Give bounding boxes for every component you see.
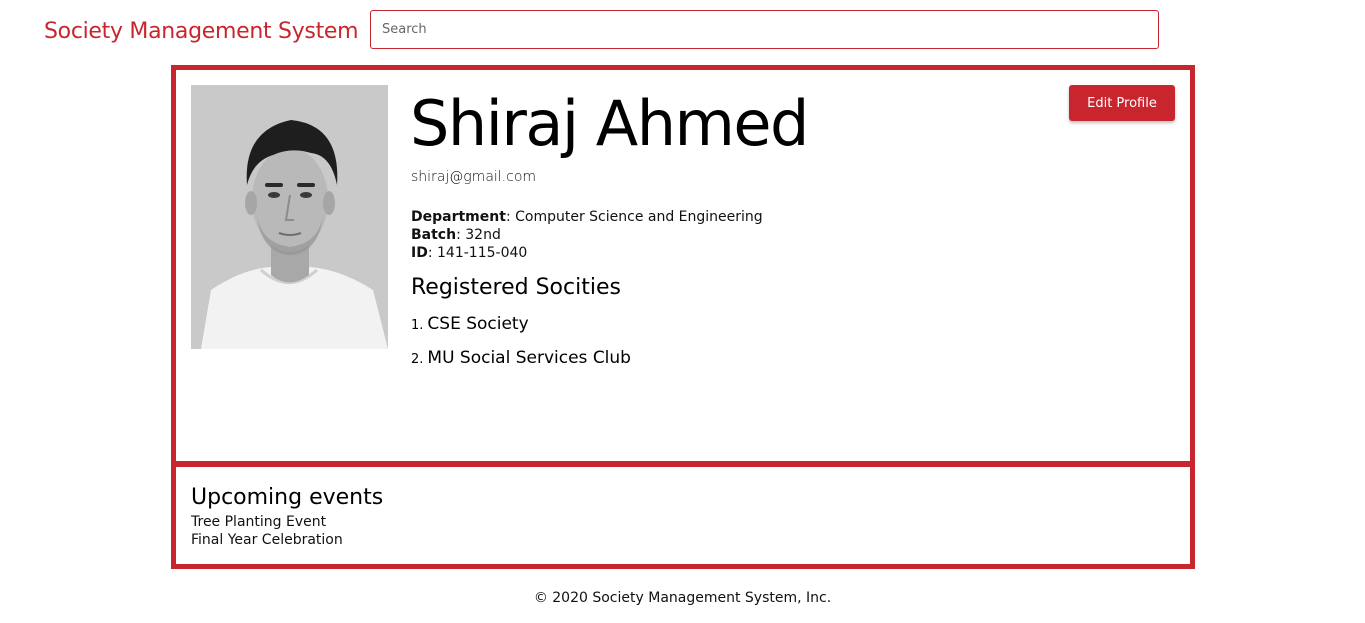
societies-list: 1. CSE Society 2. MU Social Services Club — [411, 314, 631, 382]
upcoming-events-card: Upcoming events Tree Planting Event Fina… — [171, 462, 1195, 569]
detail-key: Batch — [411, 227, 457, 243]
profile-email: shiraj@gmail.com — [411, 169, 537, 185]
list-item[interactable]: Final Year Celebration — [191, 531, 343, 549]
society-name: CSE Society — [427, 314, 529, 334]
profile-details: Department: Computer Science and Enginee… — [411, 208, 763, 262]
list-item[interactable]: 1. CSE Society — [411, 314, 631, 348]
detail-department: Department: Computer Science and Enginee… — [411, 209, 763, 225]
detail-value: 141-115-040 — [437, 245, 528, 261]
profile-photo-image — [191, 85, 388, 349]
search-input[interactable] — [370, 10, 1159, 49]
registered-societies-title: Registered Socities — [411, 275, 621, 300]
profile-photo — [191, 85, 388, 349]
list-item[interactable]: 2. MU Social Services Club — [411, 348, 631, 382]
profile-card: Shiraj Ahmed shiraj@gmail.com Department… — [171, 65, 1195, 466]
detail-batch: Batch: 32nd — [411, 227, 501, 243]
edit-profile-button[interactable]: Edit Profile — [1069, 85, 1175, 121]
brand-link[interactable]: Society Management System — [44, 19, 359, 44]
detail-key: Department — [411, 209, 506, 225]
detail-key: ID — [411, 245, 428, 261]
society-name: MU Social Services Club — [427, 348, 631, 368]
detail-value: Computer Science and Engineering — [515, 209, 763, 225]
events-list: Tree Planting Event Final Year Celebrati… — [191, 513, 343, 549]
detail-id: ID: 141-115-040 — [411, 245, 528, 261]
upcoming-events-title: Upcoming events — [191, 485, 384, 510]
detail-value: 32nd — [465, 227, 501, 243]
list-item[interactable]: Tree Planting Event — [191, 513, 343, 531]
list-number: 2. — [411, 352, 424, 367]
profile-name: Shiraj Ahmed — [410, 87, 809, 160]
page: Society Management System Search Shiraj … — [0, 0, 1365, 623]
footer-copyright: © 2020 Society Management System, Inc. — [533, 590, 832, 606]
list-number: 1. — [411, 318, 424, 333]
